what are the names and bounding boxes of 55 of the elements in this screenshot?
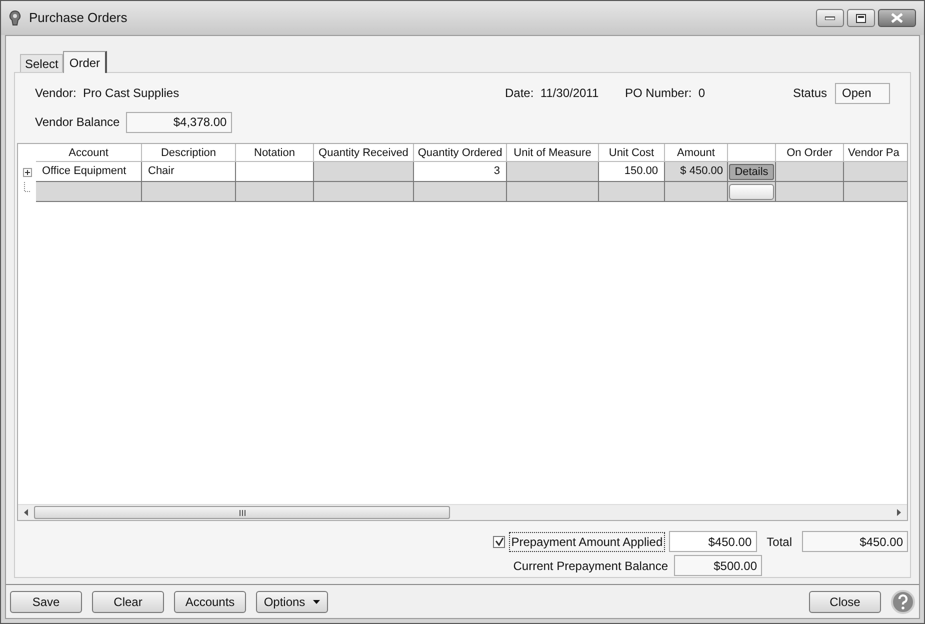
prepayment-checkbox[interactable] (493, 536, 506, 548)
column-header[interactable]: Amount (665, 144, 728, 162)
vendor-balance-field: $4,378.00 (126, 112, 232, 132)
expand-icon[interactable] (22, 168, 32, 176)
toolbar-button[interactable]: Clear (92, 591, 164, 613)
column-header[interactable]: On Order (776, 144, 844, 162)
row-button[interactable] (729, 184, 774, 200)
column-header[interactable]: Unit of Measure (507, 144, 599, 162)
minimize-icon (825, 16, 835, 20)
date-text: Date: 11/30/2011 (505, 85, 600, 102)
table-cell (844, 182, 907, 202)
prepayment-balance-label: Current Prepayment Balance (513, 558, 668, 574)
prepayment-balance-field: $500.00 (674, 555, 762, 576)
table-cell (599, 182, 665, 202)
prepayment-applied-label: Prepayment Amount Applied (509, 532, 665, 552)
vendor-balance-label: Vendor Balance (35, 114, 120, 131)
close-icon[interactable] (878, 9, 916, 27)
scroll-thumb[interactable] (34, 506, 450, 519)
column-header[interactable]: Description (142, 144, 236, 162)
tab[interactable]: Order (63, 51, 108, 73)
horizontal-scrollbar[interactable] (18, 504, 907, 520)
toolbar-button[interactable]: Options (256, 591, 328, 613)
scroll-right-icon[interactable] (897, 509, 901, 516)
table-cell (844, 162, 907, 182)
scroll-left-icon[interactable] (24, 509, 28, 516)
maximize-icon (856, 14, 866, 22)
status-field: Open (835, 82, 890, 104)
app-icon (9, 10, 21, 26)
toolbar-button[interactable]: Accounts (174, 591, 246, 613)
column-header[interactable]: Unit Cost (599, 144, 665, 162)
status-label: Status (792, 85, 827, 102)
po-number-text: PO Number: 0 (625, 85, 706, 102)
column-header[interactable]: Notation (236, 144, 314, 162)
table-cell[interactable]: 150.00 (599, 162, 665, 182)
toolbar-button[interactable]: Save (10, 591, 82, 613)
window-title: Purchase Orders (29, 9, 128, 28)
column-header[interactable]: Account (36, 144, 142, 162)
details-button[interactable]: Details (729, 164, 774, 180)
vendor-text: Vendor: Pro Cast Supplies (35, 85, 180, 102)
table-cell: $ 450.00 (665, 162, 728, 182)
total-label: Total (766, 534, 792, 550)
help-icon[interactable] (891, 590, 915, 614)
maximize-button[interactable] (847, 9, 875, 27)
table-cell[interactable]: Office Equipment (36, 162, 142, 182)
column-header[interactable]: Quantity Received (314, 144, 414, 162)
table-cell[interactable]: Chair (142, 162, 236, 182)
table-cell[interactable]: 3 (414, 162, 507, 182)
minimize-button[interactable] (816, 9, 844, 27)
tab[interactable]: Select (20, 54, 64, 72)
tree-line-icon (24, 182, 30, 192)
close-button[interactable]: Close (809, 591, 881, 613)
column-header[interactable]: Quantity Ordered (414, 144, 507, 162)
table-cell[interactable] (236, 162, 314, 182)
total-field: $450.00 (802, 531, 908, 552)
prepayment-applied-field[interactable]: $450.00 (668, 531, 757, 552)
